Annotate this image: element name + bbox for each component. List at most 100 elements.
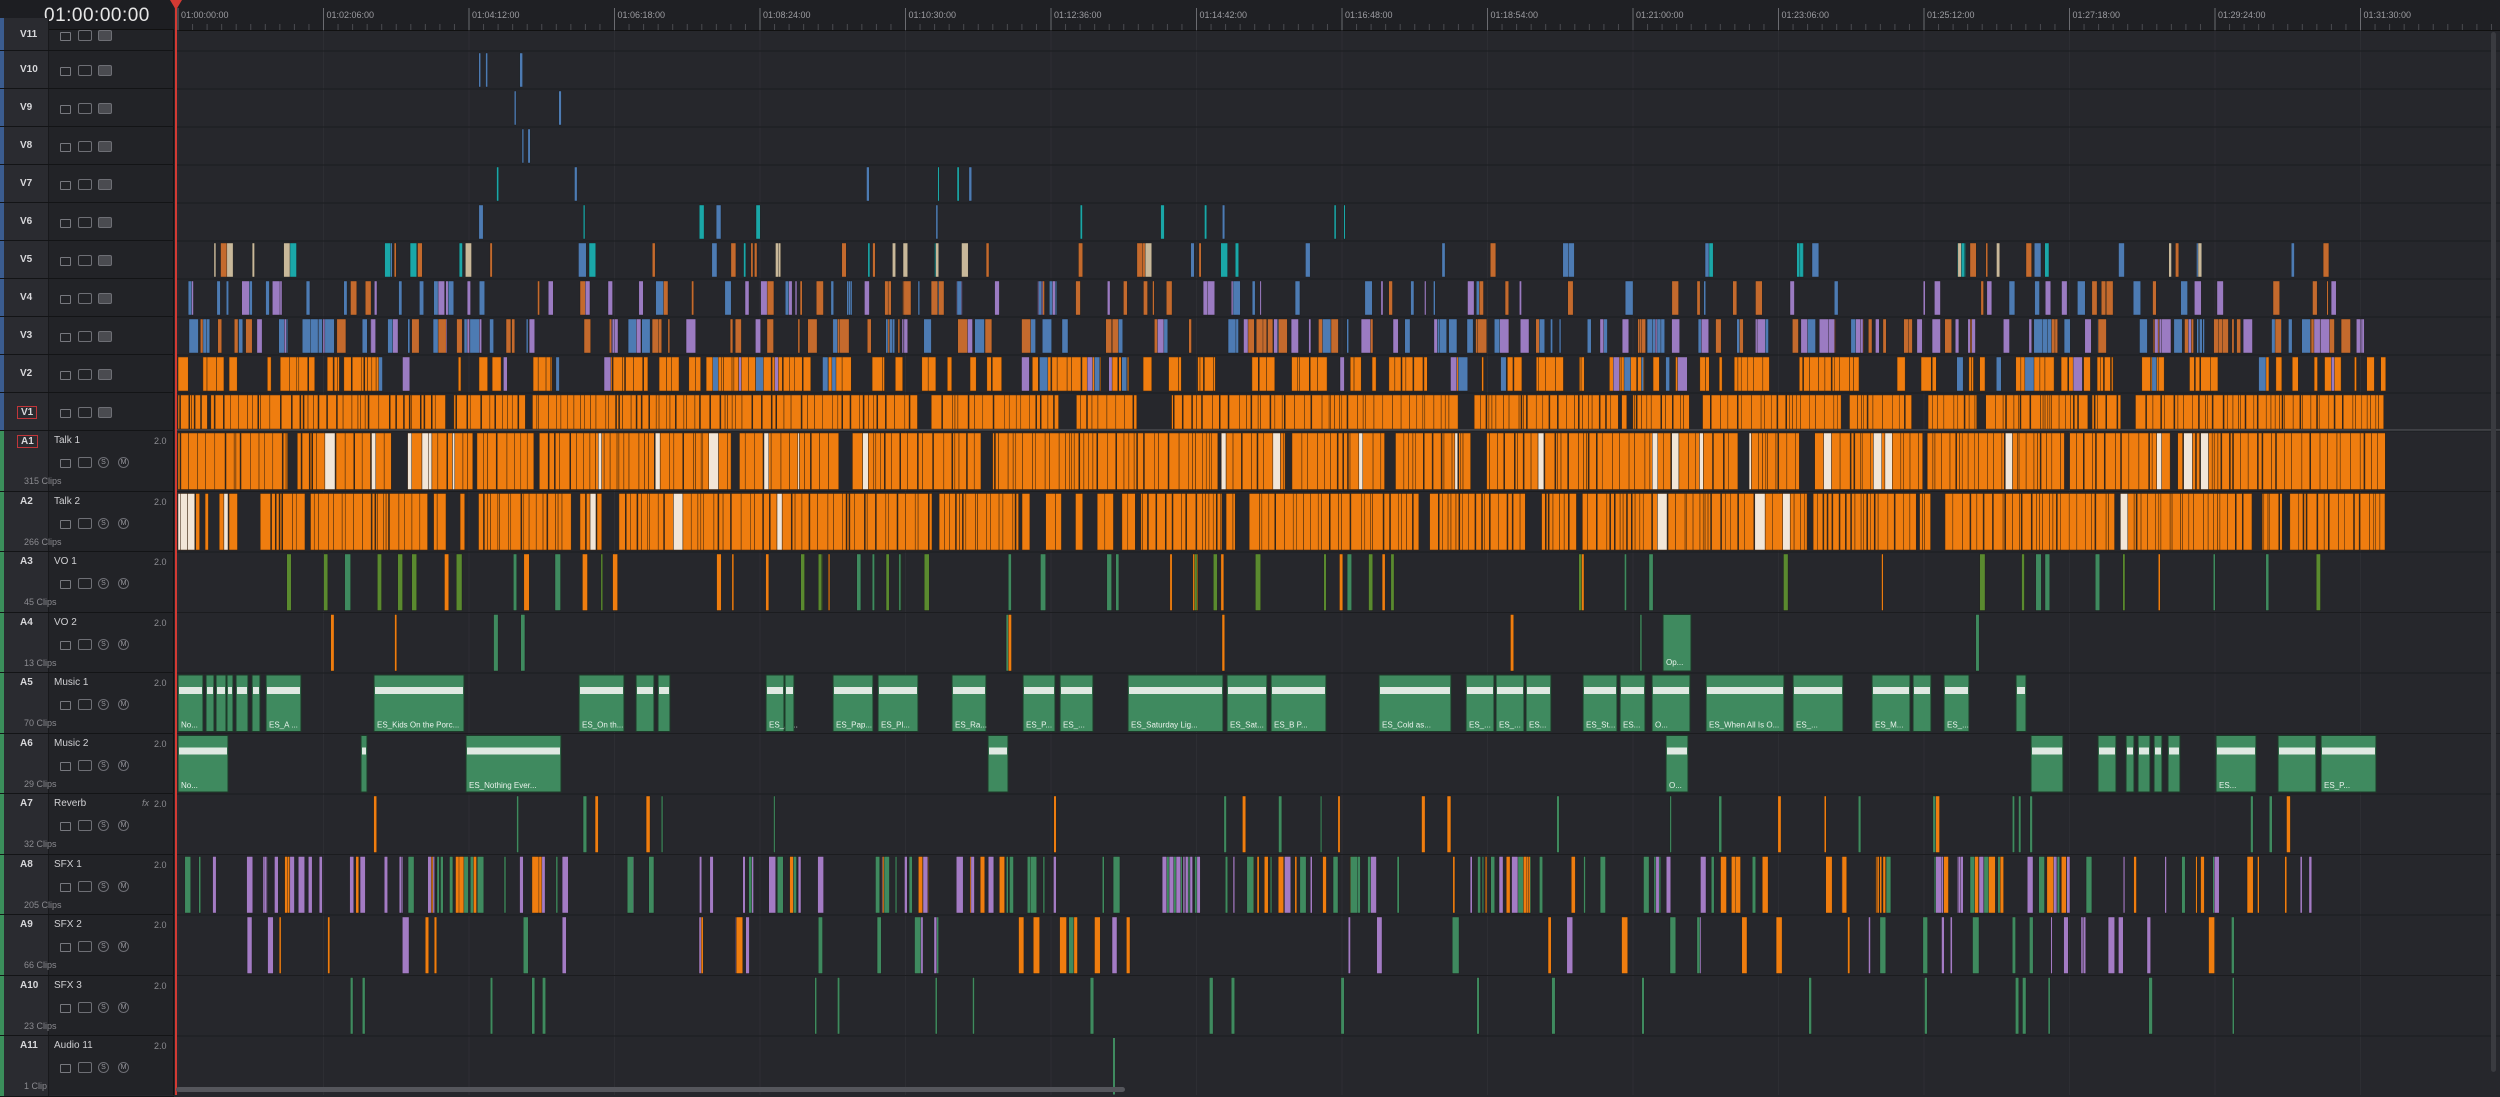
clip[interactable] — [902, 242, 908, 278]
fx-icon[interactable]: fx — [142, 798, 149, 808]
solo-button[interactable]: S — [98, 941, 109, 952]
clip[interactable] — [1045, 493, 1056, 551]
clip[interactable] — [1078, 242, 1083, 278]
clip[interactable] — [873, 432, 877, 490]
clip[interactable] — [2272, 280, 2280, 316]
clip[interactable] — [2286, 795, 2291, 853]
track-name[interactable]: SFX 2 — [54, 919, 82, 930]
clip[interactable] — [985, 242, 990, 278]
clip[interactable] — [1699, 493, 1704, 551]
clip[interactable] — [2074, 394, 2078, 430]
clip[interactable] — [1448, 318, 1458, 354]
clip[interactable] — [1831, 356, 1835, 392]
track-header-a9[interactable]: A9 SFX 2 2.0 S M 66 Clips — [0, 915, 174, 976]
clip[interactable] — [1172, 493, 1182, 551]
clip[interactable] — [316, 432, 326, 490]
clip[interactable] — [2240, 394, 2246, 430]
clip[interactable] — [447, 432, 453, 490]
clip[interactable] — [1058, 432, 1066, 490]
clip[interactable] — [361, 356, 365, 392]
clip[interactable] — [2279, 493, 2283, 551]
clip[interactable] — [1212, 394, 1220, 430]
clip[interactable] — [2263, 493, 2269, 551]
clip[interactable] — [1710, 856, 1715, 914]
clip[interactable] — [1490, 242, 1497, 278]
clip[interactable] — [264, 432, 274, 490]
clip[interactable] — [2258, 356, 2267, 392]
clip[interactable] — [929, 493, 933, 551]
clip[interactable] — [740, 493, 751, 551]
clip[interactable] — [521, 128, 524, 164]
clip[interactable] — [1373, 394, 1384, 430]
clip[interactable] — [1849, 356, 1854, 392]
clip[interactable] — [1671, 280, 1679, 316]
clip[interactable] — [1096, 493, 1106, 551]
clip[interactable] — [2193, 493, 2204, 551]
clip[interactable] — [478, 52, 481, 88]
clip[interactable] — [1111, 916, 1118, 974]
timeline-ruler[interactable]: 01:00:00:00 01:02:06:00 01:04:12:00 01:06:1… — [176, 0, 2500, 31]
clip[interactable] — [1580, 356, 1585, 392]
clip[interactable] — [1900, 432, 1904, 490]
clip[interactable] — [1996, 242, 2001, 278]
clip[interactable] — [398, 280, 403, 316]
clip[interactable] — [1008, 553, 1012, 611]
clip[interactable] — [1462, 493, 1469, 551]
clip[interactable] — [2374, 493, 2381, 551]
track-enable-icon[interactable] — [98, 29, 112, 41]
clip[interactable] — [956, 856, 964, 914]
clip[interactable] — [576, 432, 584, 490]
clip[interactable] — [865, 493, 868, 551]
clip[interactable] — [2036, 493, 2040, 551]
clip[interactable] — [2231, 318, 2235, 354]
clip[interactable] — [2336, 432, 2341, 490]
clip[interactable] — [1868, 916, 1871, 974]
clip[interactable] — [1704, 493, 1709, 551]
clip-body[interactable] — [205, 674, 215, 732]
clip[interactable] — [537, 356, 547, 392]
clip[interactable] — [1339, 394, 1343, 430]
clip[interactable] — [1549, 394, 1558, 430]
clip[interactable] — [2051, 432, 2061, 490]
clip[interactable] — [852, 432, 863, 490]
clip[interactable] — [357, 394, 361, 430]
clip[interactable] — [837, 394, 842, 430]
clip[interactable] — [814, 977, 817, 1035]
clip[interactable] — [2231, 916, 2235, 974]
clip[interactable] — [1538, 356, 1546, 392]
clip[interactable] — [377, 493, 384, 551]
clip[interactable] — [1478, 280, 1484, 316]
clip[interactable] — [1232, 493, 1236, 551]
clip[interactable] — [1941, 432, 1951, 490]
clip[interactable] — [630, 394, 637, 430]
clip[interactable] — [1803, 356, 1810, 392]
clip[interactable] — [789, 432, 799, 490]
clip[interactable] — [1362, 394, 1366, 430]
clip[interactable] — [204, 493, 209, 551]
clip[interactable] — [883, 856, 890, 914]
clip[interactable] — [933, 916, 937, 974]
clip[interactable] — [1432, 432, 1442, 490]
track-name[interactable]: Music 1 — [54, 677, 88, 688]
clip[interactable] — [1597, 432, 1603, 490]
clip[interactable] — [187, 493, 196, 551]
clip[interactable] — [1728, 432, 1739, 490]
clip[interactable] — [1413, 493, 1420, 551]
clip[interactable] — [900, 432, 908, 490]
clip[interactable] — [2301, 432, 2310, 490]
clip[interactable] — [754, 493, 763, 551]
clip[interactable] — [1388, 356, 1396, 392]
clip[interactable] — [1284, 856, 1291, 914]
clip[interactable] — [1413, 356, 1424, 392]
clip[interactable] — [1535, 394, 1544, 430]
clip[interactable] — [1539, 318, 1545, 354]
clip[interactable] — [392, 318, 399, 354]
clip[interactable] — [700, 493, 704, 551]
clip[interactable] — [2092, 432, 2096, 490]
clip[interactable] — [1641, 356, 1644, 392]
clip[interactable] — [2030, 394, 2041, 430]
clip[interactable] — [1301, 432, 1308, 490]
clip[interactable] — [489, 318, 494, 354]
track-id[interactable]: A2 — [20, 496, 33, 507]
clip[interactable] — [2135, 394, 2146, 430]
